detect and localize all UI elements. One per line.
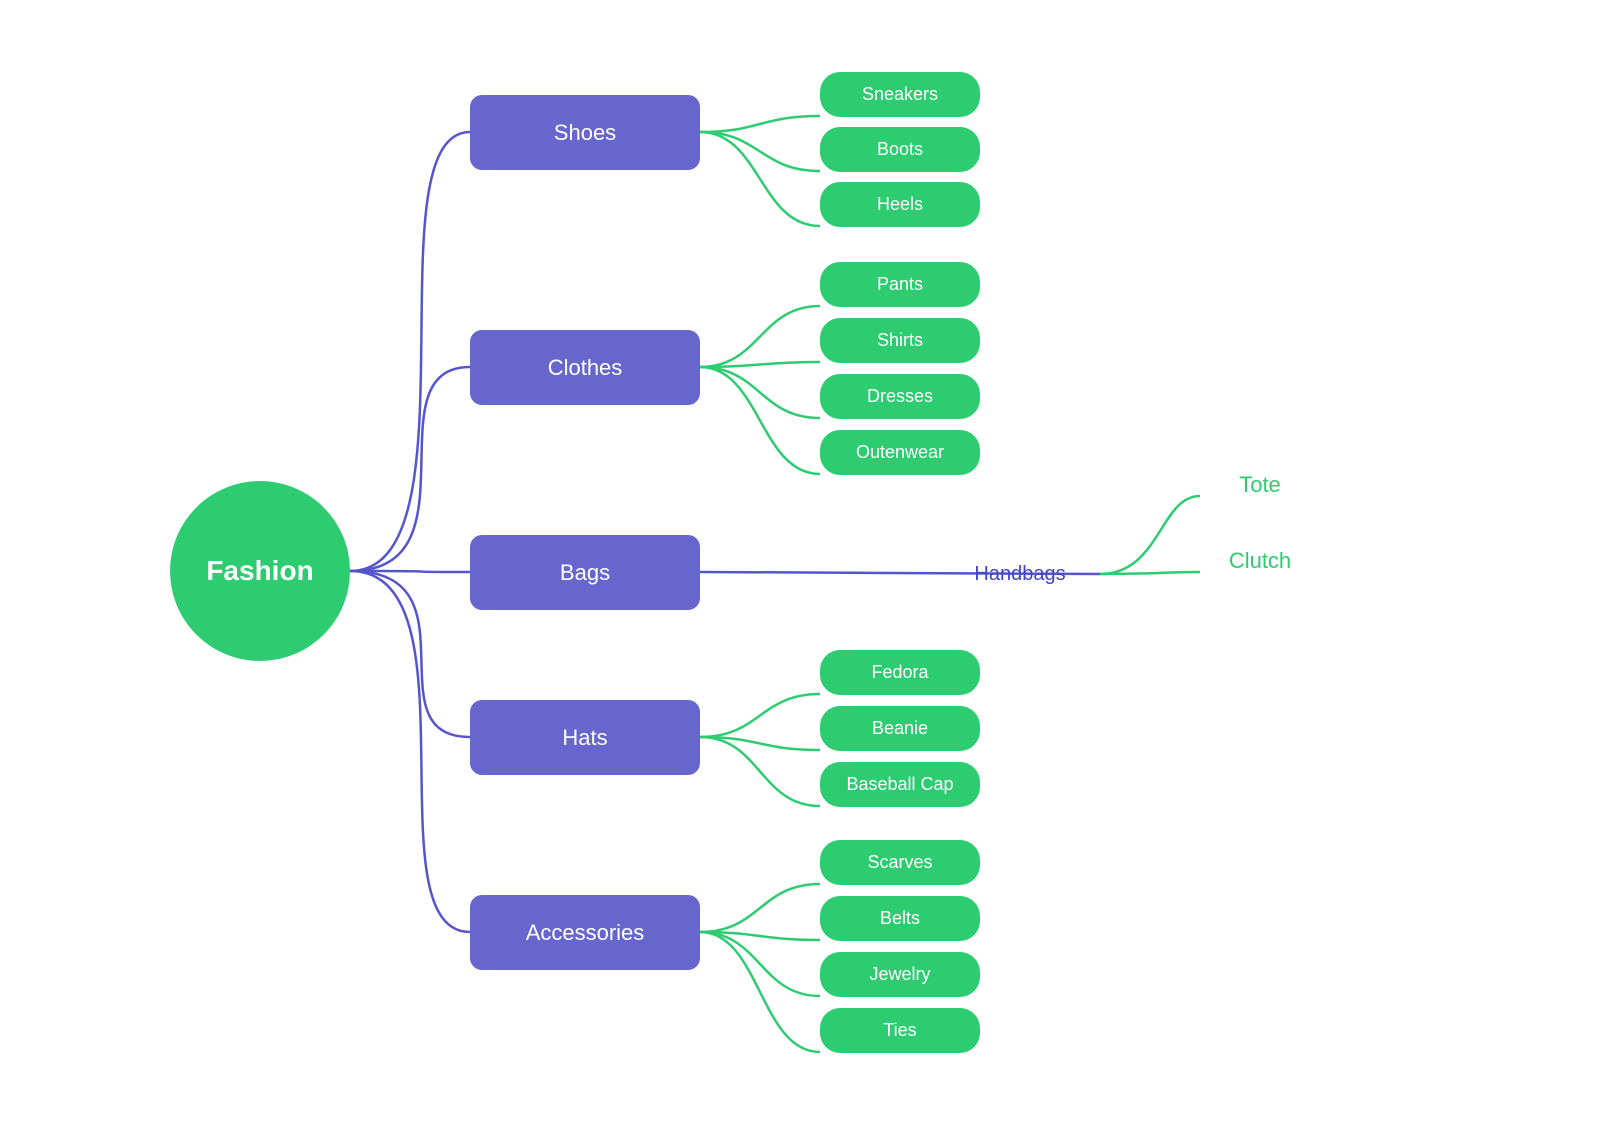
shirts-node: Shirts [820, 318, 980, 363]
sneakers-node: Sneakers [820, 72, 980, 117]
scarves-node: Scarves [820, 840, 980, 885]
dresses-node: Dresses [820, 374, 980, 419]
boots-node: Boots [820, 127, 980, 172]
shoes-node: Shoes [470, 95, 700, 170]
hats-label: Hats [562, 725, 607, 751]
heels-node: Heels [820, 182, 980, 227]
handbags-node: Handbags [940, 552, 1100, 597]
root-node: Fashion [170, 481, 350, 661]
jewelry-node: Jewelry [820, 952, 980, 997]
accessories-node: Accessories [470, 895, 700, 970]
tote-node: Tote [1200, 462, 1320, 507]
beanie-node: Beanie [820, 706, 980, 751]
belts-node: Belts [820, 896, 980, 941]
clothes-label: Clothes [548, 355, 623, 381]
accessories-label: Accessories [526, 920, 645, 946]
fedora-node: Fedora [820, 650, 980, 695]
bags-node: Bags [470, 535, 700, 610]
pants-node: Pants [820, 262, 980, 307]
ties-node: Ties [820, 1008, 980, 1053]
outenwear-node: Outenwear [820, 430, 980, 475]
shoes-label: Shoes [554, 120, 616, 146]
baseball-cap-node: Baseball Cap [820, 762, 980, 807]
bags-label: Bags [560, 560, 610, 586]
hats-node: Hats [470, 700, 700, 775]
root-label: Fashion [206, 555, 313, 587]
clothes-node: Clothes [470, 330, 700, 405]
clutch-node: Clutch [1200, 538, 1320, 583]
